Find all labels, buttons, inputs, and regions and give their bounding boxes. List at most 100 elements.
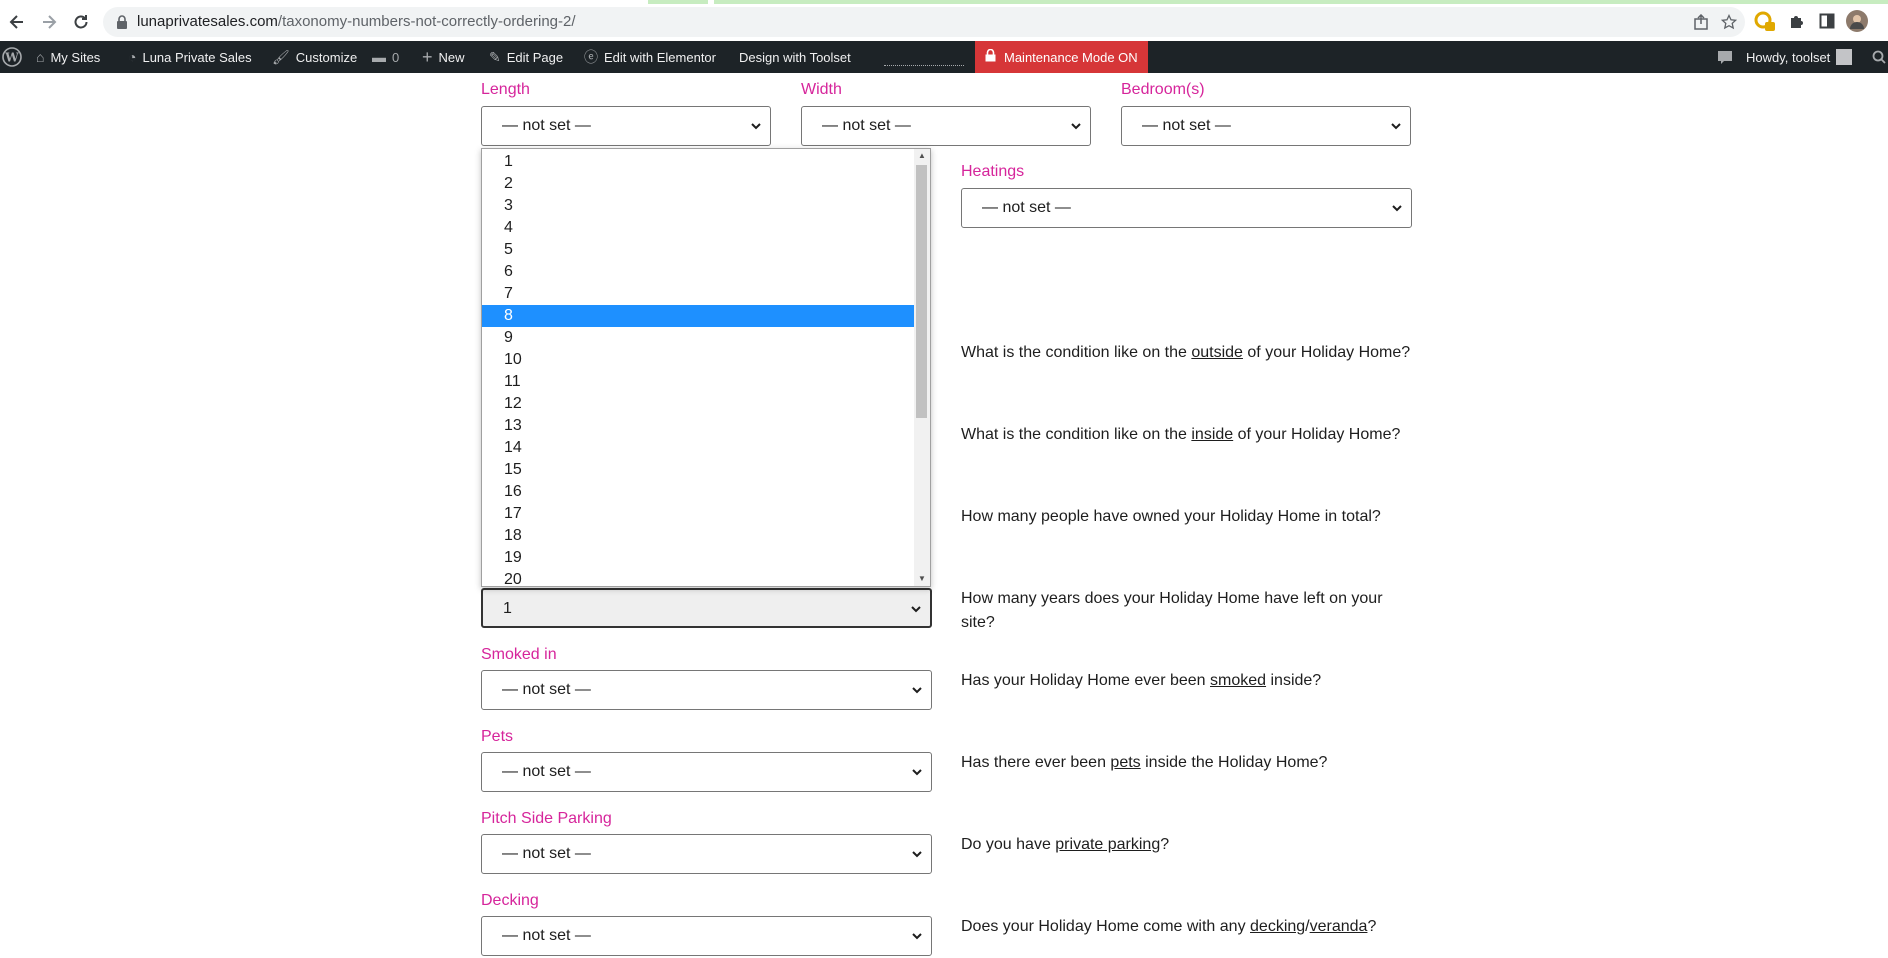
brush-icon: 🖌 (272, 48, 290, 65)
share-icon[interactable] (1688, 9, 1714, 35)
design-toolset-label: Design with Toolset (739, 49, 851, 65)
decking-value: — not set — (502, 927, 591, 944)
length-value: — not set — (502, 117, 591, 134)
customize-label: Customize (295, 49, 358, 65)
dropdown-options: 1 2 3 4 5 6 7 8 9 10 11 12 13 14 15 16 17 18 19 20 (482, 149, 915, 586)
chevron-down-icon (912, 933, 922, 940)
search-icon[interactable] (1872, 41, 1886, 73)
dropdown-option[interactable]: 5 (482, 239, 915, 261)
dropdown-option[interactable]: 15 (482, 459, 915, 481)
heatings-select[interactable]: — not set — (961, 188, 1412, 228)
dropdown-option[interactable]: 19 (482, 547, 915, 569)
dropdown-option[interactable]: 3 (482, 195, 915, 217)
dropdown-option[interactable]: 13 (482, 415, 915, 437)
scrollbar-thumb[interactable] (916, 165, 927, 418)
heatings-label: Heatings (961, 163, 1025, 180)
my-sites-menu[interactable]: ⌂ My Sites (36, 41, 100, 73)
reload-icon[interactable] (67, 8, 95, 36)
profile-avatar-icon[interactable] (1844, 8, 1870, 34)
dropdown-option[interactable]: 16 (482, 481, 915, 503)
new-label: New (438, 49, 465, 65)
edit-page-label: Edit Page (506, 49, 564, 65)
svg-text:W: W (4, 51, 19, 65)
dropdown-option[interactable]: 6 (482, 261, 915, 283)
extensions-puzzle-icon[interactable] (1784, 8, 1810, 34)
bedrooms-select[interactable]: — not set — (1121, 106, 1411, 146)
bedrooms-label: Bedroom(s) (1121, 81, 1205, 98)
chevron-down-icon (1071, 123, 1081, 130)
howdy-label: Howdy, toolset (1746, 49, 1831, 65)
dropdown-option[interactable]: 8 (482, 305, 915, 327)
width-select[interactable]: — not set — (801, 106, 1091, 146)
chevron-down-icon (912, 851, 922, 858)
dropdown-option[interactable]: 4 (482, 217, 915, 239)
dropdown-option[interactable]: 12 (482, 393, 915, 415)
chevron-down-icon (1392, 205, 1402, 212)
lock-icon[interactable] (116, 15, 128, 29)
dropdown-option[interactable]: 9 (482, 327, 915, 349)
scroll-down-icon[interactable]: ▼ (914, 572, 930, 586)
smoked-select[interactable]: — not set — (481, 670, 932, 710)
years-left-value: 1 (503, 600, 512, 617)
notifications-icon[interactable] (1717, 41, 1733, 73)
dashboard-icon: ◔ (128, 49, 137, 65)
pets-select[interactable]: — not set — (481, 752, 932, 792)
home-icon: ⌂ (36, 49, 45, 65)
parking-select[interactable]: — not set — (481, 834, 932, 874)
scroll-up-icon[interactable]: ▲ (914, 149, 930, 163)
question-outside: What is the condition like on the outsid… (961, 344, 1411, 361)
pets-value: — not set — (502, 763, 591, 780)
dropdown-option[interactable]: 20 (482, 569, 915, 586)
comments-link[interactable]: ▬ 0 (372, 41, 399, 73)
chevron-down-icon (911, 606, 921, 613)
design-toolset-link[interactable]: Design with Toolset (739, 41, 851, 73)
address-bar[interactable]: lunaprivatesales.com/taxonomy-numbers-no… (103, 7, 1745, 37)
bookmark-star-icon[interactable] (1716, 9, 1742, 35)
years-left-select[interactable]: 1 (481, 588, 932, 628)
wp-admin-bar: W ⌂ My Sites ◔ Luna Private Sales 🖌 Customi… (0, 41, 1888, 73)
dropdown-option[interactable]: 7 (482, 283, 915, 305)
edit-page-link[interactable]: ✎ Edit Page (489, 41, 563, 73)
years-left-dropdown-list[interactable]: 1 2 3 4 5 6 7 8 9 10 11 12 13 14 15 16 17 18 19 20 ▲ ▼ (481, 148, 931, 587)
parking-label: Pitch Side Parking (481, 810, 612, 827)
dropdown-option[interactable]: 14 (482, 437, 915, 459)
my-account-menu[interactable]: Howdy, toolset (1746, 41, 1853, 73)
question-parking: Do you have private parking? (961, 836, 1170, 853)
pencil-icon: ✎ (489, 48, 501, 65)
forward-icon[interactable] (35, 8, 63, 36)
extension-badge-icon[interactable] (1752, 8, 1778, 34)
question-years: How many years does your Holiday Home ha… (961, 590, 1383, 631)
question-smoked: Has your Holiday Home ever been smoked i… (961, 672, 1322, 689)
dropdown-option[interactable]: 10 (482, 349, 915, 371)
dropdown-option[interactable]: 17 (482, 503, 915, 525)
chevron-down-icon (912, 687, 922, 694)
edit-elementor-link[interactable]: ⓔ Edit with Elementor (584, 41, 716, 73)
length-select[interactable]: — not set — (481, 106, 771, 146)
question-decking: Does your Holiday Home come with any dec… (961, 918, 1377, 935)
maintenance-mode-badge[interactable]: Maintenance Mode ON (975, 41, 1148, 73)
new-menu[interactable]: + New (422, 41, 465, 73)
back-icon[interactable] (3, 8, 31, 36)
wordpress-logo-icon[interactable]: W (2, 41, 22, 73)
site-name-label: Luna Private Sales (142, 49, 252, 65)
avatar (1836, 49, 1853, 65)
site-name-menu[interactable]: ◔ Luna Private Sales (128, 41, 252, 73)
width-value: — not set — (822, 117, 911, 134)
dropdown-scrollbar[interactable]: ▲ ▼ (914, 149, 930, 586)
maintenance-label: Maintenance Mode ON (1004, 49, 1138, 65)
dropdown-option[interactable]: 11 (482, 371, 915, 393)
dropdown-option[interactable]: 18 (482, 525, 915, 547)
url-text[interactable]: lunaprivatesales.com/taxonomy-numbers-no… (137, 13, 576, 30)
plus-icon: + (422, 46, 433, 67)
customize-link[interactable]: 🖌 Customize (272, 41, 357, 73)
chevron-down-icon (912, 769, 922, 776)
comments-count: 0 (392, 49, 400, 65)
chevron-down-icon (1391, 123, 1401, 130)
dropdown-option[interactable]: 1 (482, 151, 915, 173)
dropdown-option[interactable]: 2 (482, 173, 915, 195)
side-panel-icon[interactable] (1814, 8, 1840, 34)
smoked-label: Smoked in (481, 646, 557, 663)
width-label: Width (801, 81, 842, 98)
decking-select[interactable]: — not set — (481, 916, 932, 956)
comment-icon: ▬ (372, 49, 386, 65)
